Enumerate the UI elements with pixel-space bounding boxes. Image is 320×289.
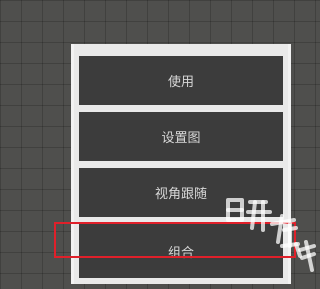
menu-item-label: 设置图 bbox=[161, 131, 201, 146]
context-menu-panel: 使用 设置图 视角跟随 组合 bbox=[71, 44, 291, 284]
menu-item-combine[interactable]: 组合 bbox=[79, 224, 283, 278]
menu-item-camera-follow[interactable]: 视角跟随 bbox=[79, 168, 283, 217]
menu-item-label: 视角跟随 bbox=[154, 187, 207, 202]
menu-item-label: 组合 bbox=[167, 245, 194, 261]
menu-item-settings-map[interactable]: 设置图 bbox=[79, 112, 283, 161]
menu-item-use[interactable]: 使用 bbox=[79, 56, 283, 105]
menu-item-label: 使用 bbox=[167, 75, 194, 90]
